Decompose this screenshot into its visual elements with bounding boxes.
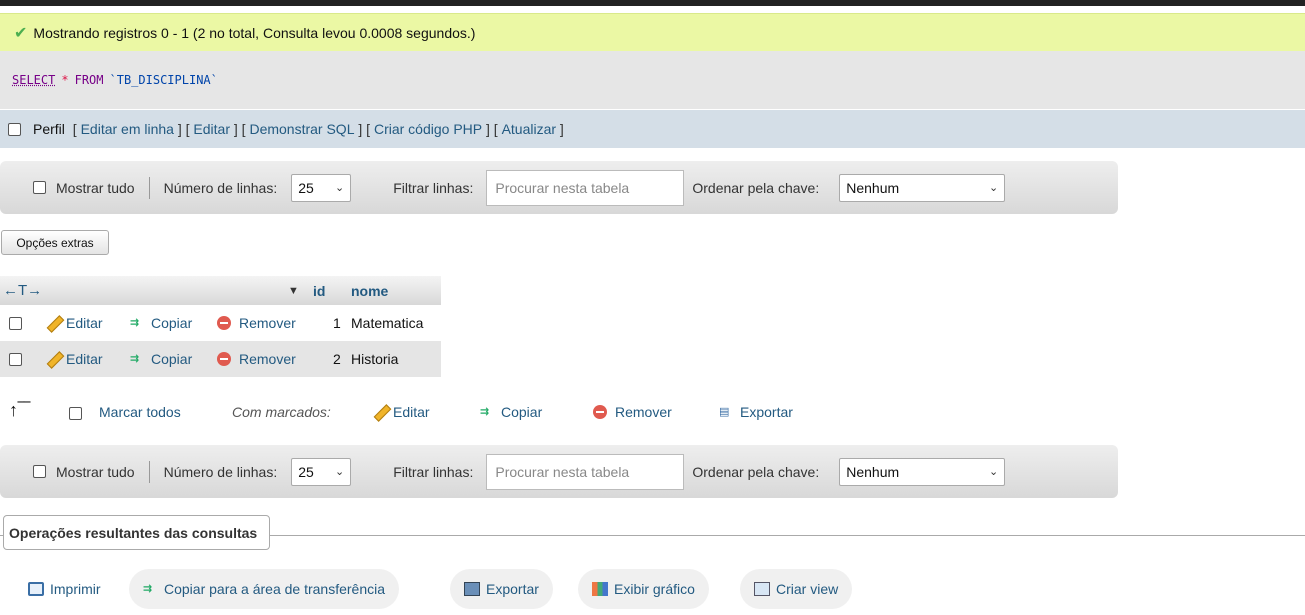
sql-select-keyword[interactable]: SELECT xyxy=(12,73,55,87)
copy-icon: ⇉ xyxy=(143,583,153,595)
rows-label: Número de linhas: xyxy=(163,463,278,480)
rows-select[interactable]: 25 ⌄ xyxy=(291,173,352,202)
bulk-actions: ↑‾‾ Marcar todos Com marcados: Editar ⇉ C… xyxy=(0,398,900,428)
extra-options-button[interactable]: Opções extras xyxy=(1,230,109,255)
edit-link[interactable]: Editar xyxy=(193,121,230,137)
sql-star: * xyxy=(61,73,69,87)
sort-label: Ordenar pela chave: xyxy=(692,463,820,480)
row-edit-button[interactable]: Editar xyxy=(47,351,103,367)
table-header: ←T→ ▼ id nome xyxy=(0,276,441,305)
row-copy-button[interactable]: ⇉ Copiar xyxy=(130,351,192,367)
show-all-label: Mostrar tudo xyxy=(56,463,135,480)
copy-icon: ⇉ xyxy=(130,317,140,329)
export-button[interactable]: Exportar xyxy=(450,569,553,609)
profile-bar: Perfil [ Editar em linha ] [ Editar ] [ … xyxy=(0,110,1305,148)
bulk-copy-button[interactable]: ⇉ Copiar xyxy=(480,404,542,420)
table-navigation-bottom: Mostrar tudo Número de linhas: 25 ⌄ Filt… xyxy=(0,445,1118,498)
profile-checkbox[interactable] xyxy=(8,122,21,136)
divider xyxy=(148,176,150,199)
filter-label: Filtrar linhas: xyxy=(393,463,474,480)
column-header-nome[interactable]: nome xyxy=(351,283,388,299)
printer-icon xyxy=(28,582,44,596)
sort-down-icon[interactable]: ▼ xyxy=(288,285,299,297)
check-all-link[interactable]: Marcar todos xyxy=(99,404,181,420)
divider xyxy=(148,460,150,483)
sort-label: Ordenar pela chave: xyxy=(692,179,820,196)
copy-icon: ⇉ xyxy=(480,406,490,418)
row-copy-button[interactable]: ⇉ Copiar xyxy=(130,315,192,331)
with-selected-label: Com marcados: xyxy=(232,404,331,420)
success-text: Mostrando registros 0 - 1 (2 no total, C… xyxy=(33,24,476,41)
row-checkbox[interactable] xyxy=(9,316,22,330)
chevron-down-icon: ⌄ xyxy=(335,182,345,194)
show-all-checkbox[interactable] xyxy=(33,181,46,194)
export-icon: ▤ xyxy=(719,406,730,418)
results-table: ←T→ ▼ id nome Editar ⇉ Copiar Remover 1 M… xyxy=(0,276,441,377)
column-header-id[interactable]: id xyxy=(313,283,325,299)
query-results-operations: Imprimir ⇉ Copiar para a área de transfe… xyxy=(0,569,1305,611)
copy-icon: ⇉ xyxy=(130,353,140,365)
sql-from-keyword: FROM xyxy=(74,73,104,87)
chevron-down-icon: ⌄ xyxy=(989,182,999,194)
filter-search-input[interactable]: Procurar nesta tabela xyxy=(486,169,685,206)
cell-nome: Historia xyxy=(351,351,399,367)
row-checkbox[interactable] xyxy=(9,352,22,366)
rows-select-value: 25 xyxy=(298,463,314,480)
chevron-down-icon: ⌄ xyxy=(989,466,999,478)
filter-label: Filtrar linhas: xyxy=(393,179,474,196)
sort-key-value: Nenhum xyxy=(846,179,900,196)
cell-nome: Matematica xyxy=(351,315,424,331)
remove-icon xyxy=(217,316,231,330)
success-message: ✔ Mostrando registros 0 - 1 (2 no total,… xyxy=(0,13,1305,51)
table-row: Editar ⇉ Copiar Remover 2 Historia xyxy=(0,341,441,377)
rows-label: Número de linhas: xyxy=(163,179,278,196)
refresh-link[interactable]: Atualizar xyxy=(502,121,556,137)
explain-sql-link[interactable]: Demonstrar SQL xyxy=(249,121,354,137)
chart-icon xyxy=(592,582,608,596)
create-view-button[interactable]: Criar view xyxy=(740,569,853,609)
cell-id: 2 xyxy=(333,351,341,367)
sql-query-box: SELECT * FROM `TB_DISCIPLINA` xyxy=(0,51,1305,109)
filter-search-input[interactable]: Procurar nesta tabela xyxy=(486,453,685,490)
pencil-icon xyxy=(47,316,61,330)
rows-select[interactable]: 25 ⌄ xyxy=(291,457,352,486)
create-php-code-link[interactable]: Criar código PHP xyxy=(374,121,482,137)
view-icon xyxy=(754,582,770,596)
pencil-icon xyxy=(47,352,61,366)
arrow-up-left-icon: ↑‾‾ xyxy=(9,400,30,420)
sort-key-select[interactable]: Nenhum ⌄ xyxy=(839,457,1006,486)
bulk-edit-button[interactable]: Editar xyxy=(374,404,430,420)
query-results-operations-title: Operações resultantes das consultas xyxy=(3,515,271,550)
export-icon xyxy=(464,582,480,596)
bulk-remove-button[interactable]: Remover xyxy=(593,404,672,420)
row-remove-button[interactable]: Remover xyxy=(217,315,296,331)
display-chart-button[interactable]: Exibir gráfico xyxy=(578,569,709,609)
show-all-label: Mostrar tudo xyxy=(56,179,135,196)
top-bar xyxy=(0,0,1305,6)
remove-icon xyxy=(593,405,607,419)
check-all-checkbox[interactable] xyxy=(69,407,82,420)
checkmark-icon: ✔ xyxy=(14,24,28,42)
copy-to-clipboard-button[interactable]: ⇉ Copiar para a área de transferência xyxy=(129,569,400,609)
print-button[interactable]: Imprimir xyxy=(14,569,115,609)
sort-key-value: Nenhum xyxy=(846,463,900,480)
remove-icon xyxy=(217,352,231,366)
show-all-checkbox[interactable] xyxy=(33,465,46,478)
pencil-icon xyxy=(374,405,388,419)
inline-edit-link[interactable]: Editar em linha xyxy=(81,121,174,137)
sort-key-select[interactable]: Nenhum ⌄ xyxy=(839,173,1006,202)
row-remove-button[interactable]: Remover xyxy=(217,351,296,367)
bulk-export-button[interactable]: ▤ Exportar xyxy=(719,404,793,420)
cell-id: 1 xyxy=(333,315,341,331)
rows-select-value: 25 xyxy=(298,179,314,196)
sql-table-name: `TB_DISCIPLINA` xyxy=(109,73,218,87)
row-edit-button[interactable]: Editar xyxy=(47,315,103,331)
table-navigation-top: Mostrar tudo Número de linhas: 25 ⌄ Filt… xyxy=(0,161,1118,214)
chevron-down-icon: ⌄ xyxy=(335,466,345,478)
table-row: Editar ⇉ Copiar Remover 1 Matematica xyxy=(0,305,441,341)
column-arrows-icon[interactable]: ←T→ xyxy=(3,282,42,299)
profile-label: Perfil xyxy=(33,121,65,137)
